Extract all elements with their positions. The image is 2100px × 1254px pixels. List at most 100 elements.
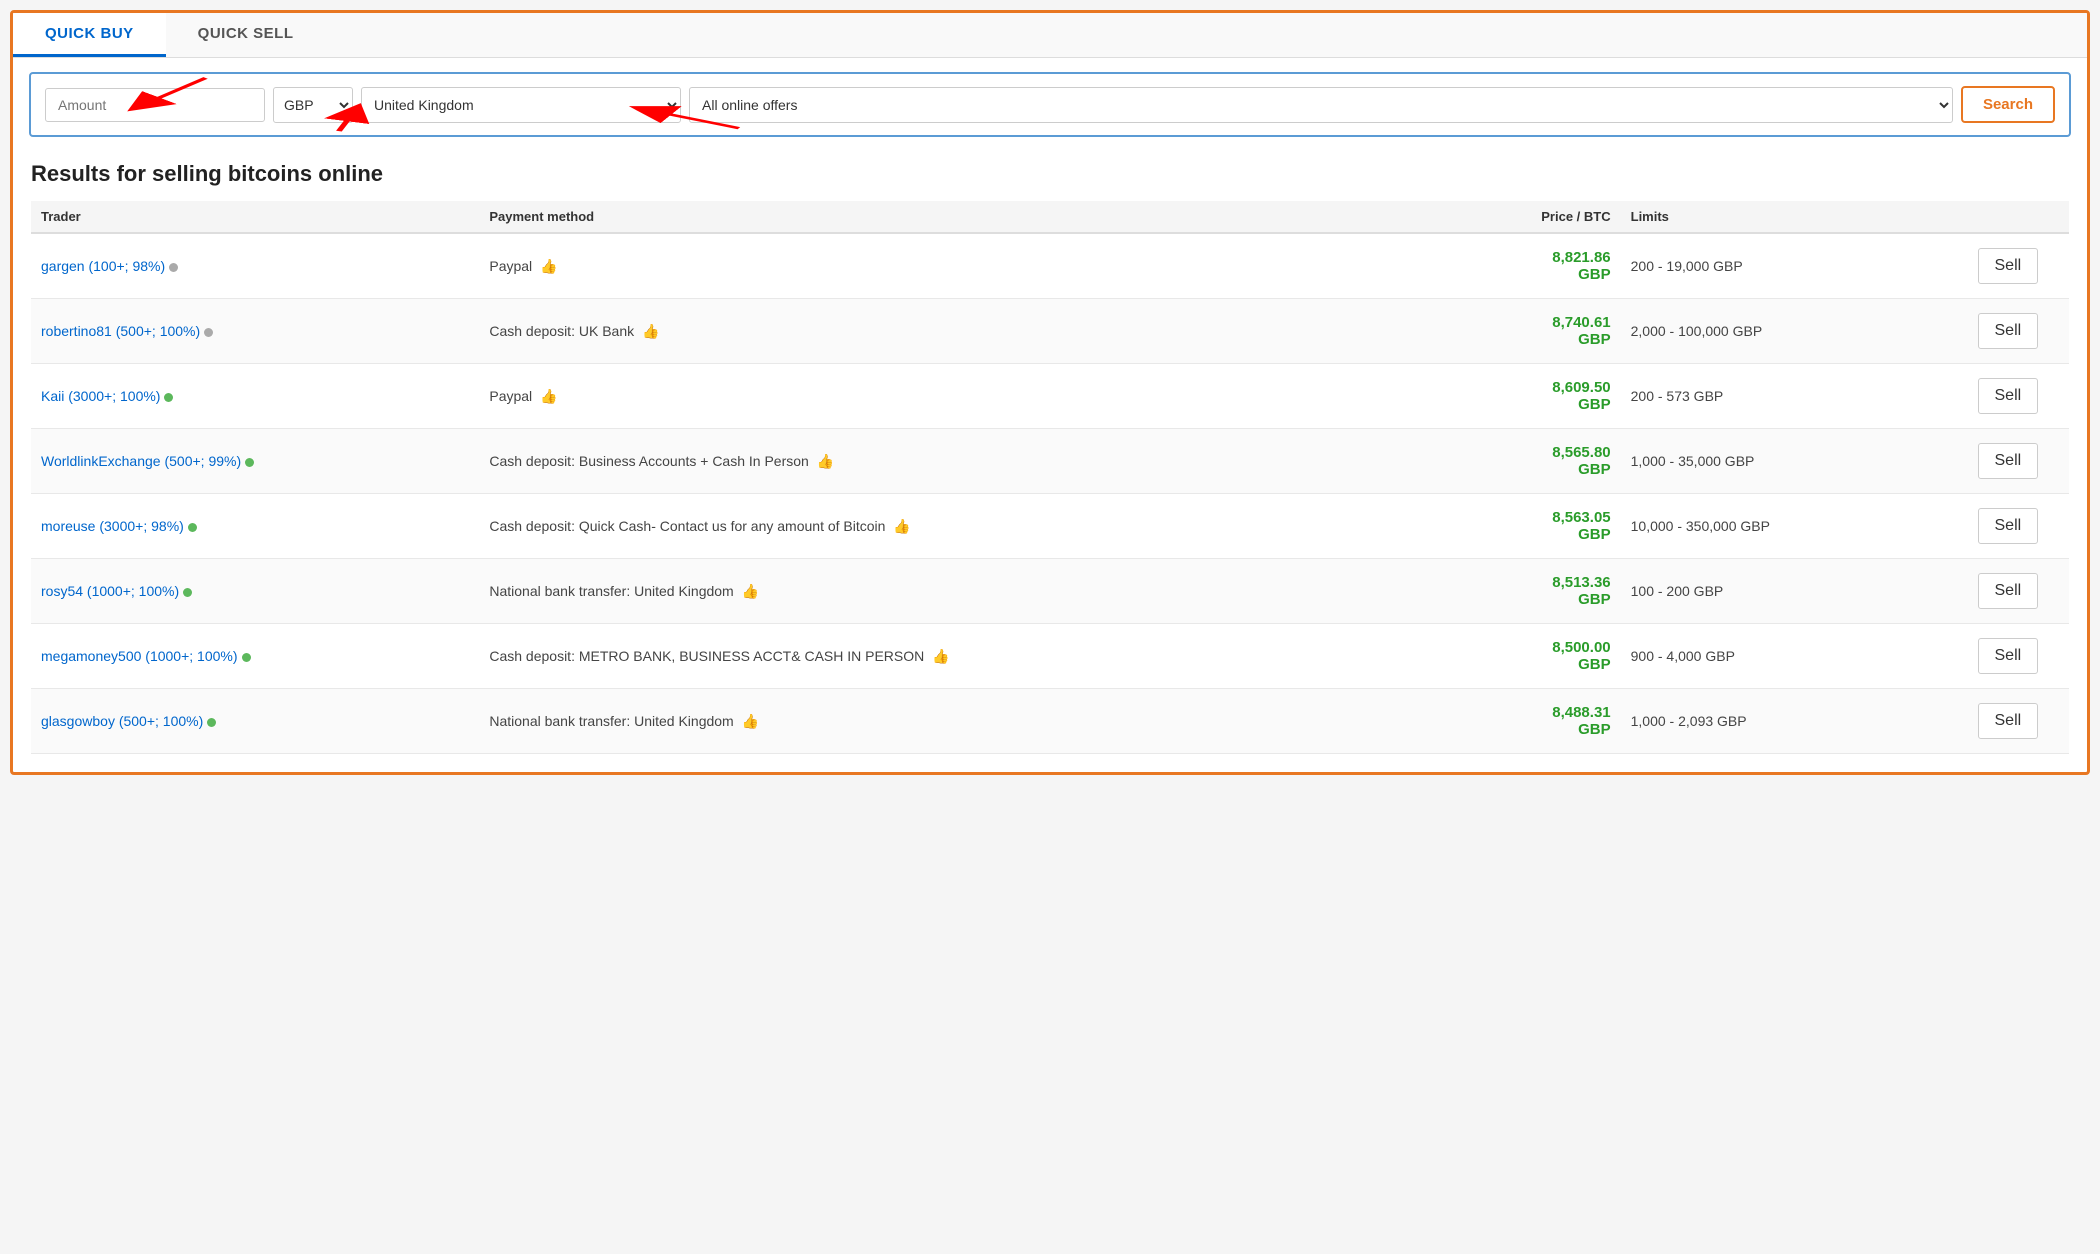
tab-bar: QUICK BUY QUICK SELL: [13, 13, 2087, 58]
currency-select[interactable]: GBP USD EUR BTC: [273, 87, 353, 123]
payment-text: Cash deposit: METRO BANK, BUSINESS ACCT&…: [489, 648, 924, 664]
trader-link[interactable]: moreuse (3000+; 98%): [41, 518, 184, 534]
table-header-row: Trader Payment method Price / BTC Limits: [31, 201, 2069, 233]
payment-text: Cash deposit: UK Bank: [489, 323, 634, 339]
thumbs-up-icon: 👍: [893, 518, 910, 534]
sell-button[interactable]: Sell: [1978, 508, 2039, 544]
payment-cell: Cash deposit: UK Bank 👍: [479, 299, 1335, 364]
action-cell: Sell: [1947, 429, 2069, 494]
payment-text: National bank transfer: United Kingdom: [489, 583, 733, 599]
price-currency: GBP: [1578, 461, 1611, 478]
online-status-dot: [207, 718, 216, 727]
table-row: moreuse (3000+; 98%) Cash deposit: Quick …: [31, 494, 2069, 559]
table-row: WorldlinkExchange (500+; 99%) Cash deposi…: [31, 429, 2069, 494]
payment-cell: Cash deposit: METRO BANK, BUSINESS ACCT&…: [479, 624, 1335, 689]
trader-link[interactable]: robertino81 (500+; 100%): [41, 323, 200, 339]
price-value: 8,563.05GBP: [1345, 509, 1610, 543]
sell-button[interactable]: Sell: [1978, 573, 2039, 609]
limits-cell: 10,000 - 350,000 GBP: [1621, 494, 1947, 559]
col-header-action: [1947, 201, 2069, 233]
thumbs-up-icon: 👍: [642, 323, 659, 339]
amount-input[interactable]: [45, 88, 265, 122]
price-currency: GBP: [1578, 656, 1611, 673]
sell-button[interactable]: Sell: [1978, 248, 2039, 284]
limits-text: 200 - 19,000 GBP: [1631, 258, 1743, 274]
limits-text: 100 - 200 GBP: [1631, 583, 1724, 599]
search-button[interactable]: Search: [1961, 86, 2055, 123]
sell-button[interactable]: Sell: [1978, 443, 2039, 479]
online-status-dot: [242, 653, 251, 662]
online-status-dot: [169, 263, 178, 272]
main-container: QUICK BUY QUICK SELL GBP USD EUR BTC Uni…: [10, 10, 2090, 775]
col-header-price: Price / BTC: [1335, 201, 1620, 233]
trader-link[interactable]: glasgowboy (500+; 100%): [41, 713, 203, 729]
sell-button[interactable]: Sell: [1978, 638, 2039, 674]
online-status-dot: [183, 588, 192, 597]
limits-text: 10,000 - 350,000 GBP: [1631, 518, 1770, 534]
limits-cell: 1,000 - 2,093 GBP: [1621, 689, 1947, 754]
online-status-dot: [204, 328, 213, 337]
limits-text: 900 - 4,000 GBP: [1631, 648, 1735, 664]
action-cell: Sell: [1947, 494, 2069, 559]
action-cell: Sell: [1947, 364, 2069, 429]
price-value: 8,500.00GBP: [1345, 639, 1610, 673]
trader-link[interactable]: WorldlinkExchange (500+; 99%): [41, 453, 241, 469]
thumbs-up-icon: 👍: [540, 388, 557, 404]
trader-cell: moreuse (3000+; 98%): [31, 494, 479, 559]
payment-text: Paypal: [489, 388, 532, 404]
thumbs-up-icon: 👍: [817, 453, 834, 469]
trader-link[interactable]: rosy54 (1000+; 100%): [41, 583, 179, 599]
sell-button[interactable]: Sell: [1978, 703, 2039, 739]
limits-cell: 900 - 4,000 GBP: [1621, 624, 1947, 689]
thumbs-up-icon: 👍: [742, 583, 759, 599]
action-cell: Sell: [1947, 299, 2069, 364]
price-currency: GBP: [1578, 721, 1611, 738]
tab-quick-sell[interactable]: QUICK SELL: [166, 13, 326, 57]
price-cell: 8,500.00GBP: [1335, 624, 1620, 689]
payment-cell: National bank transfer: United Kingdom 👍: [479, 689, 1335, 754]
table-row: Kaii (3000+; 100%)Paypal 👍8,609.50GBP200…: [31, 364, 2069, 429]
payment-text: Cash deposit: Business Accounts + Cash I…: [489, 453, 808, 469]
limits-cell: 1,000 - 35,000 GBP: [1621, 429, 1947, 494]
table-row: robertino81 (500+; 100%) Cash deposit: UK…: [31, 299, 2069, 364]
results-section: Results for selling bitcoins online Trad…: [13, 151, 2087, 772]
price-value: 8,513.36GBP: [1345, 574, 1610, 608]
limits-text: 1,000 - 2,093 GBP: [1631, 713, 1747, 729]
country-select[interactable]: United Kingdom United States Germany Fra…: [361, 87, 681, 123]
price-value: 8,488.31GBP: [1345, 704, 1610, 738]
payment-cell: Cash deposit: Quick Cash- Contact us for…: [479, 494, 1335, 559]
thumbs-up-icon: 👍: [932, 648, 949, 664]
price-value: 8,740.61GBP: [1345, 314, 1610, 348]
price-currency: GBP: [1578, 526, 1611, 543]
tab-quick-buy[interactable]: QUICK BUY: [13, 13, 166, 57]
trader-cell: WorldlinkExchange (500+; 99%): [31, 429, 479, 494]
action-cell: Sell: [1947, 689, 2069, 754]
table-row: gargen (100+; 98%)Paypal 👍8,821.86GBP200…: [31, 233, 2069, 299]
limits-cell: 100 - 200 GBP: [1621, 559, 1947, 624]
thumbs-up-icon: 👍: [742, 713, 759, 729]
offers-select[interactable]: All online offers Paypal Cash deposit Na…: [689, 87, 1953, 123]
price-value: 8,821.86GBP: [1345, 249, 1610, 283]
trade-table: Trader Payment method Price / BTC Limits…: [31, 201, 2069, 754]
table-row: glasgowboy (500+; 100%) National bank tra…: [31, 689, 2069, 754]
price-value: 8,609.50GBP: [1345, 379, 1610, 413]
trader-link[interactable]: megamoney500 (1000+; 100%): [41, 648, 238, 664]
table-row: rosy54 (1000+; 100%) National bank transf…: [31, 559, 2069, 624]
price-cell: 8,609.50GBP: [1335, 364, 1620, 429]
search-bar: GBP USD EUR BTC United Kingdom United St…: [29, 72, 2071, 137]
online-status-dot: [164, 393, 173, 402]
price-cell: 8,513.36GBP: [1335, 559, 1620, 624]
online-status-dot: [188, 523, 197, 532]
limits-cell: 200 - 19,000 GBP: [1621, 233, 1947, 299]
trader-link[interactable]: gargen (100+; 98%): [41, 258, 165, 274]
action-cell: Sell: [1947, 233, 2069, 299]
trader-link[interactable]: Kaii (3000+; 100%): [41, 388, 160, 404]
trader-cell: megamoney500 (1000+; 100%): [31, 624, 479, 689]
sell-button[interactable]: Sell: [1978, 378, 2039, 414]
limits-cell: 2,000 - 100,000 GBP: [1621, 299, 1947, 364]
price-cell: 8,821.86GBP: [1335, 233, 1620, 299]
price-cell: 8,740.61GBP: [1335, 299, 1620, 364]
sell-button[interactable]: Sell: [1978, 313, 2039, 349]
trader-cell: glasgowboy (500+; 100%): [31, 689, 479, 754]
limits-text: 1,000 - 35,000 GBP: [1631, 453, 1755, 469]
